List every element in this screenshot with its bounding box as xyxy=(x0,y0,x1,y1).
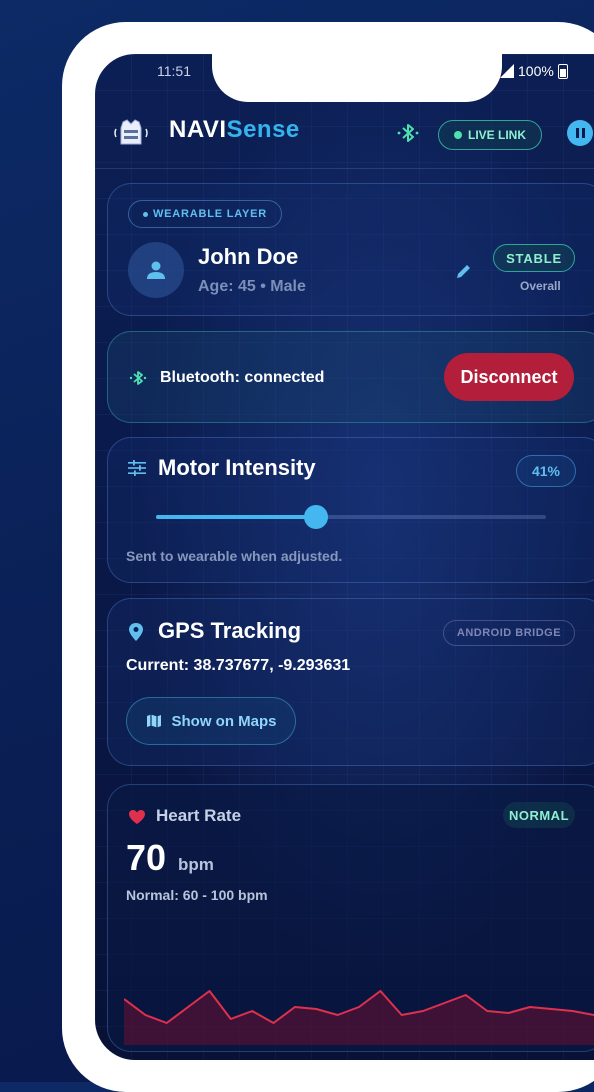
heart-rate-area xyxy=(124,991,594,1045)
motor-intensity-slider[interactable] xyxy=(156,505,546,529)
live-dot-icon xyxy=(453,131,462,139)
live-link-badge: LIVE LINK xyxy=(438,120,542,150)
app-title: NAVISense xyxy=(169,116,300,144)
stability-badge: STABLE xyxy=(493,244,575,272)
user-age-gender: Age: 45 • Male xyxy=(198,278,306,295)
map-icon xyxy=(146,714,161,728)
bluetooth-card: Bluetooth: connected Disconnect xyxy=(107,331,594,423)
edit-pencil-icon[interactable] xyxy=(454,261,474,281)
android-bridge-badge: ANDROID BRIDGE xyxy=(443,620,575,646)
camera-notch xyxy=(212,44,502,102)
slider-fill xyxy=(156,515,316,519)
wearable-layer-badge: WEARABLE LAYER xyxy=(128,200,282,228)
status-right: 100% xyxy=(500,63,568,79)
stability-caption: Overall xyxy=(520,279,561,293)
signal-icon xyxy=(500,64,514,78)
gps-coordinates: Current: 38.737677, -9.293631 xyxy=(126,657,351,674)
motor-intensity-title: Motor Intensity xyxy=(158,455,316,480)
location-pin-icon xyxy=(129,623,143,641)
gps-card: GPS Tracking ANDROID BRIDGE Current: 38.… xyxy=(107,598,594,766)
show-on-maps-button[interactable]: Show on Maps xyxy=(126,697,296,745)
status-time: 11:51 xyxy=(157,63,191,79)
heart-rate-normal-range: Normal: 60 - 100 bpm xyxy=(126,887,268,903)
heart-rate-value: 70 xyxy=(126,837,167,878)
motor-intensity-percent: 41% xyxy=(516,455,576,487)
bluetooth-icon[interactable] xyxy=(395,120,421,146)
motor-intensity-card: Motor Intensity 41% Sent to wearable whe… xyxy=(107,437,594,583)
pause-button[interactable] xyxy=(567,120,593,146)
heart-rate-unit: bpm xyxy=(178,855,214,874)
header-divider xyxy=(95,168,594,169)
live-link-label: LIVE LINK xyxy=(467,128,526,142)
gps-title: GPS Tracking xyxy=(158,618,302,643)
user-name: John Doe xyxy=(198,244,299,269)
battery-percent: 100% xyxy=(518,63,554,79)
bluetooth-status: Bluetooth: connected xyxy=(160,369,325,386)
profile-card: WEARABLE LAYER John Doe Age: 45 • Male S… xyxy=(107,183,594,316)
bluetooth-icon xyxy=(129,371,147,385)
wearable-layer-label: WEARABLE LAYER xyxy=(152,208,268,220)
heart-rate-card: Heart Rate NORMAL 70 bpm Normal: 60 - 10… xyxy=(107,784,594,1052)
heart-rate-trend-chart xyxy=(124,990,594,1045)
app-bar: NAVISense LIVE LINK xyxy=(95,112,594,152)
battery-icon xyxy=(557,63,568,79)
vest-logo-icon xyxy=(114,119,148,145)
dot-icon xyxy=(142,211,148,217)
app-title-navi: NAVI xyxy=(169,116,227,143)
avatar xyxy=(128,242,184,298)
heart-rate-status-badge: NORMAL xyxy=(503,802,575,828)
heart-rate-title: Heart Rate xyxy=(156,806,242,825)
heart-icon xyxy=(129,810,145,824)
pause-icon xyxy=(575,128,579,138)
show-on-maps-label: Show on Maps xyxy=(171,712,277,730)
slider-thumb[interactable] xyxy=(303,505,328,529)
disconnect-button[interactable]: Disconnect xyxy=(444,353,574,401)
sliders-icon xyxy=(128,460,146,476)
person-icon xyxy=(147,261,165,279)
motor-intensity-hint: Sent to wearable when adjusted. xyxy=(126,548,343,564)
app-title-sense: Sense xyxy=(226,116,300,143)
